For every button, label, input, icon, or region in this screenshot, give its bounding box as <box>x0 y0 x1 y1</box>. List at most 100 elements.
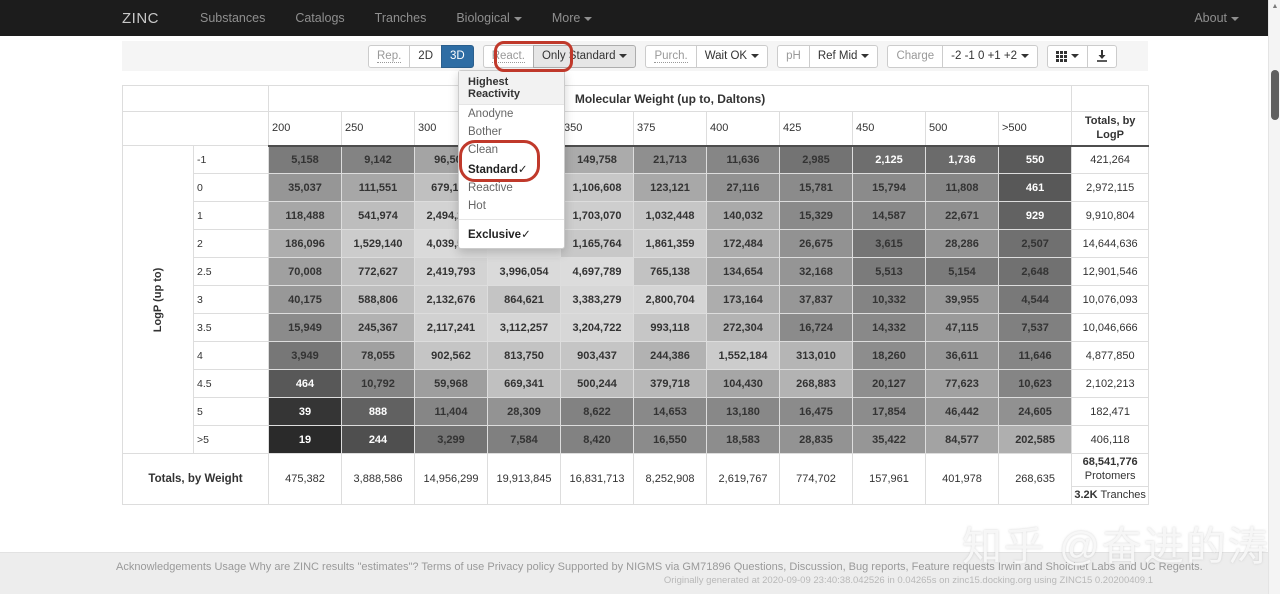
tranche-cell[interactable]: 2,117,241 <box>414 313 488 342</box>
dropdown-item-exclusive[interactable]: Exclusive✓ <box>459 224 564 244</box>
tranche-cell[interactable]: 28,835 <box>779 425 853 454</box>
tranche-cell[interactable]: 24,605 <box>997 397 1073 426</box>
tranche-cell[interactable]: 3,299 <box>414 425 488 454</box>
tranche-cell[interactable]: 244,386 <box>633 341 707 370</box>
tranche-cell[interactable]: 500,244 <box>560 369 634 398</box>
tranche-cell[interactable]: 36,611 <box>925 341 999 370</box>
tranche-cell[interactable]: 11,636 <box>706 145 780 174</box>
nav-item-catalogs[interactable]: Catalogs <box>280 11 359 25</box>
mw-column-header-400[interactable]: 400 <box>706 111 780 147</box>
dropdown-item-hot[interactable]: Hot <box>459 197 564 215</box>
tranche-cell[interactable]: 70,008 <box>268 257 342 286</box>
tranche-cell[interactable]: 669,341 <box>487 369 561 398</box>
mw-column-header-450[interactable]: 450 <box>852 111 926 147</box>
tranche-cell[interactable]: 1,861,359 <box>633 229 707 258</box>
tranche-cell[interactable]: 11,808 <box>925 173 999 202</box>
tranche-cell[interactable]: 15,329 <box>779 201 853 230</box>
tranche-cell[interactable]: 765,138 <box>633 257 707 286</box>
tranche-cell[interactable]: 202,585 <box>997 425 1073 454</box>
tranche-cell[interactable]: 47,115 <box>925 313 999 342</box>
tranche-cell[interactable]: 8,420 <box>560 425 634 454</box>
tranche-cell[interactable]: 39 <box>268 397 342 426</box>
tranche-cell[interactable]: 11,646 <box>997 341 1073 370</box>
tranche-cell[interactable]: 123,121 <box>633 173 707 202</box>
tranche-cell[interactable]: 7,584 <box>487 425 561 454</box>
tranche-cell[interactable]: 772,627 <box>341 257 415 286</box>
tranche-cell[interactable]: 813,750 <box>487 341 561 370</box>
logp-row-header-3[interactable]: 3 <box>193 285 269 314</box>
tranche-cell[interactable]: 3,996,054 <box>487 257 561 286</box>
footer-links[interactable]: Acknowledgements Usage Why are ZINC resu… <box>116 561 1203 573</box>
tranche-cell[interactable]: 39,955 <box>925 285 999 314</box>
tranche-cell[interactable]: 26,675 <box>779 229 853 258</box>
mw-column-header-500[interactable]: 500 <box>925 111 999 147</box>
tranche-cell[interactable]: 1,703,070 <box>560 201 634 230</box>
tranche-cell[interactable]: 78,055 <box>341 341 415 370</box>
tranche-cell[interactable]: 5,158 <box>268 145 342 174</box>
tranche-cell[interactable]: 14,332 <box>852 313 926 342</box>
tranche-cell[interactable]: 16,475 <box>779 397 853 426</box>
scrollbar-thumb[interactable] <box>1271 70 1279 120</box>
tranche-cell[interactable]: 20,127 <box>852 369 926 398</box>
ph-dropdown-button[interactable]: Ref Mid <box>808 44 879 68</box>
download-button[interactable] <box>1087 44 1118 68</box>
tranche-cell[interactable]: 1,529,140 <box>341 229 415 258</box>
tranche-cell[interactable]: 4,544 <box>997 285 1073 314</box>
tranche-cell[interactable]: 464 <box>268 369 342 398</box>
logp-row-header--1[interactable]: -1 <box>193 145 269 174</box>
dropdown-item-reactive[interactable]: Reactive <box>459 179 564 197</box>
tranche-cell[interactable]: 18,583 <box>706 425 780 454</box>
logp-row-header->5[interactable]: >5 <box>193 425 269 454</box>
mw-column-header-350[interactable]: 350 <box>560 111 634 147</box>
tranche-cell[interactable]: 3,615 <box>852 229 926 258</box>
tranche-cell[interactable]: 15,949 <box>268 313 342 342</box>
tranche-cell[interactable]: 1,736 <box>925 145 999 174</box>
tranche-cell[interactable]: 1,106,608 <box>560 173 634 202</box>
tranche-cell[interactable]: 173,164 <box>706 285 780 314</box>
tranche-cell[interactable]: 10,332 <box>852 285 926 314</box>
logp-row-header-0[interactable]: 0 <box>193 173 269 202</box>
logp-row-header-2.5[interactable]: 2.5 <box>193 257 269 286</box>
view-2d-button[interactable]: 2D <box>409 44 442 68</box>
nav-item-tranches[interactable]: Tranches <box>360 11 442 25</box>
logp-row-header-4.5[interactable]: 4.5 <box>193 369 269 398</box>
tranche-cell[interactable]: 8,622 <box>560 397 634 426</box>
tranche-cell[interactable]: 2,419,793 <box>414 257 488 286</box>
tranche-cell[interactable]: 77,623 <box>925 369 999 398</box>
tranche-cell[interactable]: 10,792 <box>341 369 415 398</box>
scrollbar-up-arrow[interactable]: ▲ <box>1269 0 1280 14</box>
tranche-cell[interactable]: 245,367 <box>341 313 415 342</box>
tranche-cell[interactable]: 11,404 <box>414 397 488 426</box>
tranche-cell[interactable]: 35,422 <box>852 425 926 454</box>
tranche-cell[interactable]: 379,718 <box>633 369 707 398</box>
tranche-cell[interactable]: 134,654 <box>706 257 780 286</box>
nav-item-substances[interactable]: Substances <box>185 11 280 25</box>
tranche-cell[interactable]: 40,175 <box>268 285 342 314</box>
tranche-cell[interactable]: 5,154 <box>925 257 999 286</box>
reactivity-dropdown-button[interactable]: Only Standard <box>532 44 637 68</box>
tranche-cell[interactable]: 140,032 <box>706 201 780 230</box>
tranche-cell[interactable]: 118,488 <box>268 201 342 230</box>
logp-row-header-3.5[interactable]: 3.5 <box>193 313 269 342</box>
tranche-cell[interactable]: 104,430 <box>706 369 780 398</box>
tranche-cell[interactable]: 1,165,764 <box>560 229 634 258</box>
tranche-cell[interactable]: 35,037 <box>268 173 342 202</box>
tranche-cell[interactable]: 4,697,789 <box>560 257 634 286</box>
grid-menu-button[interactable] <box>1047 44 1089 68</box>
tranche-cell[interactable]: 903,437 <box>560 341 634 370</box>
tranche-cell[interactable]: 22,671 <box>925 201 999 230</box>
tranche-cell[interactable]: 3,204,722 <box>560 313 634 342</box>
tranche-cell[interactable]: 21,713 <box>633 145 707 174</box>
tranche-cell[interactable]: 3,112,257 <box>487 313 561 342</box>
nav-item-more[interactable]: More <box>537 11 607 25</box>
tranche-cell[interactable]: 902,562 <box>414 341 488 370</box>
dropdown-item-clean[interactable]: Clean <box>459 141 564 159</box>
tranche-cell[interactable]: 32,168 <box>779 257 853 286</box>
tranche-cell[interactable]: 59,968 <box>414 369 488 398</box>
tranche-cell[interactable]: 550 <box>997 145 1073 174</box>
tranche-cell[interactable]: 37,837 <box>779 285 853 314</box>
tranche-cell[interactable]: 10,623 <box>997 369 1073 398</box>
mw-column-header-250[interactable]: 250 <box>341 111 415 147</box>
tranche-cell[interactable]: 18,260 <box>852 341 926 370</box>
tranche-cell[interactable]: 929 <box>997 201 1073 230</box>
